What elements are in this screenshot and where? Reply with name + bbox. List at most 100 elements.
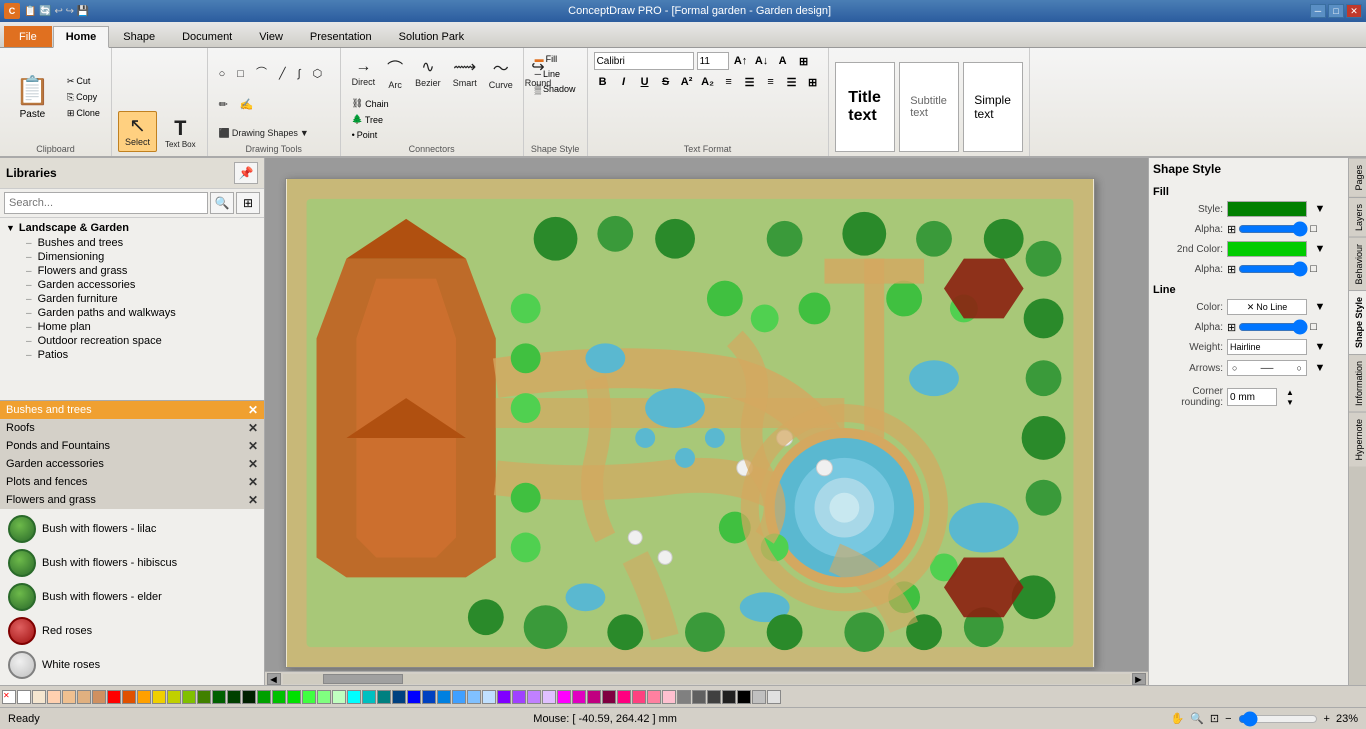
fill-alpha-slider[interactable] — [1238, 221, 1308, 237]
panel-ponds-close-button[interactable]: ✕ — [248, 439, 258, 453]
text-align-left-button[interactable]: ≡ — [720, 73, 738, 91]
smart-connector-button[interactable]: ⟿ Smart — [448, 52, 482, 93]
fill-style-color[interactable] — [1227, 201, 1307, 217]
palette-swatch[interactable] — [392, 690, 406, 704]
simple-text-button[interactable]: Simple text — [963, 62, 1023, 152]
palette-swatch[interactable] — [32, 690, 46, 704]
palette-swatch[interactable] — [62, 690, 76, 704]
palette-swatch[interactable] — [632, 690, 646, 704]
palette-swatch[interactable] — [662, 690, 676, 704]
text-align-center-button[interactable]: ☰ — [741, 73, 759, 91]
palette-swatch[interactable] — [272, 690, 286, 704]
subtitle-text-button[interactable]: Subtitle text — [899, 62, 959, 152]
palette-swatch[interactable] — [92, 690, 106, 704]
second-color-box[interactable] — [1227, 241, 1307, 257]
title-text-button[interactable]: Title text — [835, 62, 895, 152]
libraries-search-button[interactable]: 🔍 — [210, 192, 234, 214]
paste-button[interactable]: 📋 Paste — [6, 52, 59, 142]
close-button[interactable]: ✕ — [1346, 4, 1362, 18]
palette-swatch[interactable] — [602, 690, 616, 704]
draw-arc-button[interactable]: ⌒ — [251, 61, 272, 83]
libraries-pin-button[interactable]: 📌 — [234, 162, 258, 184]
scroll-left-button[interactable]: ◄ — [267, 673, 281, 685]
palette-swatch[interactable] — [212, 690, 226, 704]
point-button[interactable]: • Point — [347, 128, 394, 142]
strikethrough-button[interactable]: S — [657, 73, 675, 91]
canvas-scroll[interactable] — [265, 158, 1148, 671]
tab-file[interactable]: File — [4, 26, 52, 47]
clone-button[interactable]: ⊞ Clone — [62, 106, 105, 121]
draw-path-button[interactable]: ✏ — [214, 95, 233, 114]
palette-swatch[interactable] — [512, 690, 526, 704]
scroll-right-button[interactable]: ► — [1132, 673, 1146, 685]
panel-garden-acc-close-button[interactable]: ✕ — [248, 457, 258, 471]
font-family-input[interactable] — [594, 52, 694, 70]
palette-swatch[interactable] — [107, 690, 121, 704]
subscript-button[interactable]: A₂ — [699, 73, 717, 91]
bold-button[interactable]: B — [594, 73, 612, 91]
h-scrollbar[interactable]: ◄ ► — [265, 671, 1148, 685]
arrows-dropdown[interactable]: ▼ — [1311, 359, 1329, 377]
fill-style-dropdown[interactable]: ▼ — [1311, 200, 1329, 218]
weight-dropdown[interactable]: ▼ — [1311, 338, 1329, 356]
palette-swatch[interactable] — [257, 690, 271, 704]
font-size-input[interactable] — [697, 52, 729, 70]
palette-swatch[interactable] — [437, 690, 451, 704]
palette-swatch[interactable] — [482, 690, 496, 704]
lib-child-outdoor[interactable]: Outdoor recreation space — [2, 334, 262, 348]
palette-swatch[interactable] — [332, 690, 346, 704]
palette-swatch[interactable] — [197, 690, 211, 704]
lib-parent-landscape[interactable]: ▼ Landscape & Garden — [2, 220, 262, 236]
palette-swatch[interactable] — [527, 690, 541, 704]
palette-swatch[interactable] — [317, 690, 331, 704]
palette-swatch[interactable] — [587, 690, 601, 704]
palette-swatch[interactable] — [152, 690, 166, 704]
palette-swatch[interactable] — [767, 690, 781, 704]
tab-presentation[interactable]: Presentation — [297, 26, 385, 47]
palette-swatch[interactable] — [407, 690, 421, 704]
text-more2-button[interactable]: ⊞ — [804, 73, 822, 91]
line-alpha-slider[interactable] — [1238, 319, 1308, 335]
palette-swatch[interactable] — [542, 690, 556, 704]
panel-roofs[interactable]: Roofs ✕ — [0, 419, 264, 437]
h-scrollbar-track[interactable] — [283, 674, 1130, 684]
line-button[interactable]: ─ Line — [530, 67, 565, 81]
palette-swatch[interactable] — [677, 690, 691, 704]
text-align-right-button[interactable]: ≡ — [762, 73, 780, 91]
panel-ponds[interactable]: Ponds and Fountains ✕ — [0, 437, 264, 455]
list-item[interactable]: Bush with flowers - lilac — [4, 513, 260, 545]
draw-line-button[interactable]: ╱ — [274, 64, 291, 83]
list-item[interactable]: Bush with flowers - elder — [4, 581, 260, 613]
draw-ellipse-button[interactable]: ○ — [214, 65, 231, 83]
lib-child-bushes[interactable]: Bushes and trees — [2, 236, 262, 250]
tab-view[interactable]: View — [246, 26, 296, 47]
palette-swatch[interactable] — [722, 690, 736, 704]
chain-button[interactable]: ⛓ Chain — [347, 96, 394, 111]
lib-child-paths[interactable]: Garden paths and walkways — [2, 306, 262, 320]
tab-hypernote[interactable]: Hypernote — [1349, 412, 1366, 467]
panel-bushes-close-button[interactable]: ✕ — [248, 403, 258, 417]
fit-icon[interactable]: ⊡ — [1210, 712, 1219, 725]
tab-information[interactable]: Information — [1349, 354, 1366, 412]
corner-up-button[interactable]: ▲ — [1281, 387, 1299, 397]
font-size-decrease-button[interactable]: A↓ — [753, 52, 771, 70]
draw-polygon-button[interactable]: ⬡ — [308, 64, 328, 83]
lib-child-garden-furniture[interactable]: Garden furniture — [2, 292, 262, 306]
second-color-dropdown[interactable]: ▼ — [1311, 240, 1329, 258]
font-size-increase-button[interactable]: A↑ — [732, 52, 750, 70]
h-scrollbar-thumb[interactable] — [323, 674, 403, 684]
palette-swatch[interactable] — [227, 690, 241, 704]
palette-swatch[interactable] — [467, 690, 481, 704]
zoom-out-button[interactable]: − — [1225, 713, 1231, 725]
palette-swatch[interactable] — [287, 690, 301, 704]
palette-swatch[interactable] — [167, 690, 181, 704]
font-color-button[interactable]: A — [774, 52, 792, 70]
tab-shape[interactable]: Shape — [110, 26, 168, 47]
palette-swatch[interactable] — [617, 690, 631, 704]
lib-child-flowers[interactable]: Flowers and grass — [2, 264, 262, 278]
weight-box[interactable]: Hairline — [1227, 339, 1307, 355]
palette-swatch[interactable] — [692, 690, 706, 704]
palette-swatch[interactable] — [77, 690, 91, 704]
canvas[interactable] — [285, 178, 1095, 668]
font-more-button[interactable]: ⊞ — [795, 52, 813, 70]
